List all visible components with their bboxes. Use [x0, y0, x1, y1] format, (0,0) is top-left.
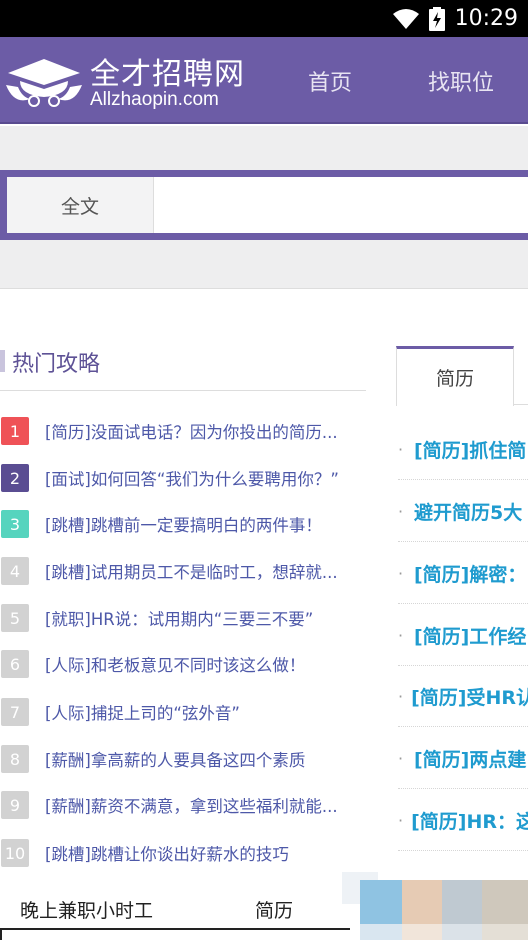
logo-icon[interactable] — [4, 55, 84, 113]
rank-badge: 4 — [1, 557, 29, 585]
resume-article-link[interactable]: [简历]HR：这 — [411, 807, 528, 834]
bullet-icon: · — [398, 749, 404, 768]
search-section: 全文 — [0, 126, 528, 289]
logo-chinese-name[interactable]: 全才招聘网 — [90, 49, 245, 93]
resume-article-link[interactable]: 避开简历5大 — [414, 498, 522, 525]
hot-item-link[interactable]: [薪酬]拿高薪的人要具备这四个素质 — [45, 747, 305, 771]
hot-list-item[interactable]: 3 [跳槽]跳槽前一定要搞明白的两件事！ — [0, 509, 366, 539]
logo-domain[interactable]: Allzhaopin.com — [90, 89, 219, 111]
rank-badge: 9 — [1, 791, 29, 819]
tab-resume[interactable]: 简历 — [396, 346, 514, 406]
tab-resume-bottom[interactable]: 简历 — [255, 896, 293, 923]
resume-article-link[interactable]: [简历]解密： — [414, 560, 526, 587]
resume-article-link[interactable]: [简历]工作经 — [414, 622, 526, 649]
resume-article-item[interactable]: · 避开简历5大 — [398, 482, 528, 542]
resume-article-item[interactable]: · [简历]工作经 — [398, 606, 528, 666]
divider — [514, 404, 528, 405]
nav-home[interactable]: 首页 — [308, 65, 352, 97]
hot-item-link[interactable]: [跳槽]跳槽让你谈出好薪水的技巧 — [45, 841, 289, 865]
bullet-icon: · — [398, 687, 404, 706]
tab-part-time[interactable]: 晚上兼职小时工 — [20, 896, 153, 923]
hot-list-item[interactable]: 1 [简历]没面试电话？因为你投出的简历... — [0, 416, 366, 446]
resume-article-item[interactable]: · [简历]两点建 — [398, 729, 528, 789]
bullet-icon: · — [398, 440, 404, 459]
hot-item-link[interactable]: [人际]和老板意见不同时该这么做！ — [45, 652, 305, 676]
hot-list-item[interactable]: 8 [薪酬]拿高薪的人要具备这四个素质 — [0, 744, 366, 774]
rank-badge: 10 — [1, 839, 29, 867]
search-box: 全文 — [7, 177, 528, 233]
rank-badge: 8 — [1, 745, 29, 773]
rank-badge: 2 — [1, 464, 29, 492]
resume-article-link[interactable]: [简历]受HR认 — [411, 683, 528, 710]
hot-list-item[interactable]: 7 [人际]捕捉上司的“弦外音” — [0, 697, 366, 727]
hot-item-link[interactable]: [简历]没面试电话？因为你投出的简历... — [45, 419, 338, 443]
resume-article-link[interactable]: [简历]抓住简 — [414, 436, 526, 463]
bullet-icon: · — [398, 811, 404, 830]
hot-list-item[interactable]: 9 [薪酬]薪资不满意，拿到这些福利就能... — [0, 790, 366, 820]
wifi-icon — [392, 8, 419, 30]
hot-list-item[interactable]: 6 [人际]和老板意见不同时该这么做！ — [0, 649, 366, 679]
hot-list-item[interactable]: 10 [跳槽]跳槽让你谈出好薪水的技巧 — [0, 838, 366, 868]
rank-badge: 1 — [1, 417, 29, 445]
content-box-edge — [0, 928, 350, 940]
hot-item-link[interactable]: [薪酬]薪资不满意，拿到这些福利就能... — [45, 793, 338, 817]
hot-list-item[interactable]: 2 [面试]如何回答“我们为什么要聘用你？” — [0, 463, 366, 493]
search-input[interactable] — [154, 177, 528, 233]
hot-item-link[interactable]: [跳槽]跳槽前一定要搞明白的两件事！ — [45, 512, 322, 536]
nav-find-jobs[interactable]: 找职位 — [428, 65, 494, 97]
hot-item-link[interactable]: [面试]如何回答“我们为什么要聘用你？” — [45, 466, 339, 490]
search-type-select[interactable]: 全文 — [7, 177, 154, 233]
hot-item-link[interactable]: [跳槽]试用期员工不是临时工，想辞就... — [45, 559, 338, 583]
resume-article-item[interactable]: · [简历]HR：这 — [398, 791, 528, 851]
resume-article-link[interactable]: [简历]两点建 — [414, 745, 526, 772]
bullet-icon: · — [398, 502, 404, 521]
bullet-icon: · — [398, 626, 404, 645]
rank-badge: 5 — [1, 604, 29, 632]
battery-charging-icon — [428, 6, 445, 31]
hot-list-item[interactable]: 5 [就职]HR说：试用期内“三要三不要” — [0, 603, 366, 633]
rank-badge: 6 — [1, 650, 29, 678]
site-header: 全才招聘网 Allzhaopin.com 首页 找职位 — [0, 37, 528, 124]
clock: 10:29 — [454, 6, 518, 31]
status-bar: 10:29 — [0, 0, 528, 37]
rank-badge: 3 — [1, 510, 29, 538]
section-marker — [0, 350, 5, 372]
resume-article-item[interactable]: · [简历]解密： — [398, 544, 528, 604]
search-bar: 全文 — [0, 170, 528, 240]
hot-item-link[interactable]: [人际]捕捉上司的“弦外音” — [45, 700, 240, 724]
rank-badge: 7 — [1, 698, 29, 726]
resume-article-item[interactable]: · [简历]受HR认 — [398, 667, 528, 727]
resume-article-item[interactable]: · [简历]抓住简 — [398, 420, 528, 480]
hot-list-item[interactable]: 4 [跳槽]试用期员工不是临时工，想辞就... — [0, 556, 366, 586]
bullet-icon: · — [398, 564, 404, 583]
hot-guides-title: 热门攻略 — [12, 352, 101, 377]
blurred-image — [330, 858, 528, 940]
hot-item-link[interactable]: [就职]HR说：试用期内“三要三不要” — [45, 606, 313, 630]
divider — [0, 390, 366, 391]
